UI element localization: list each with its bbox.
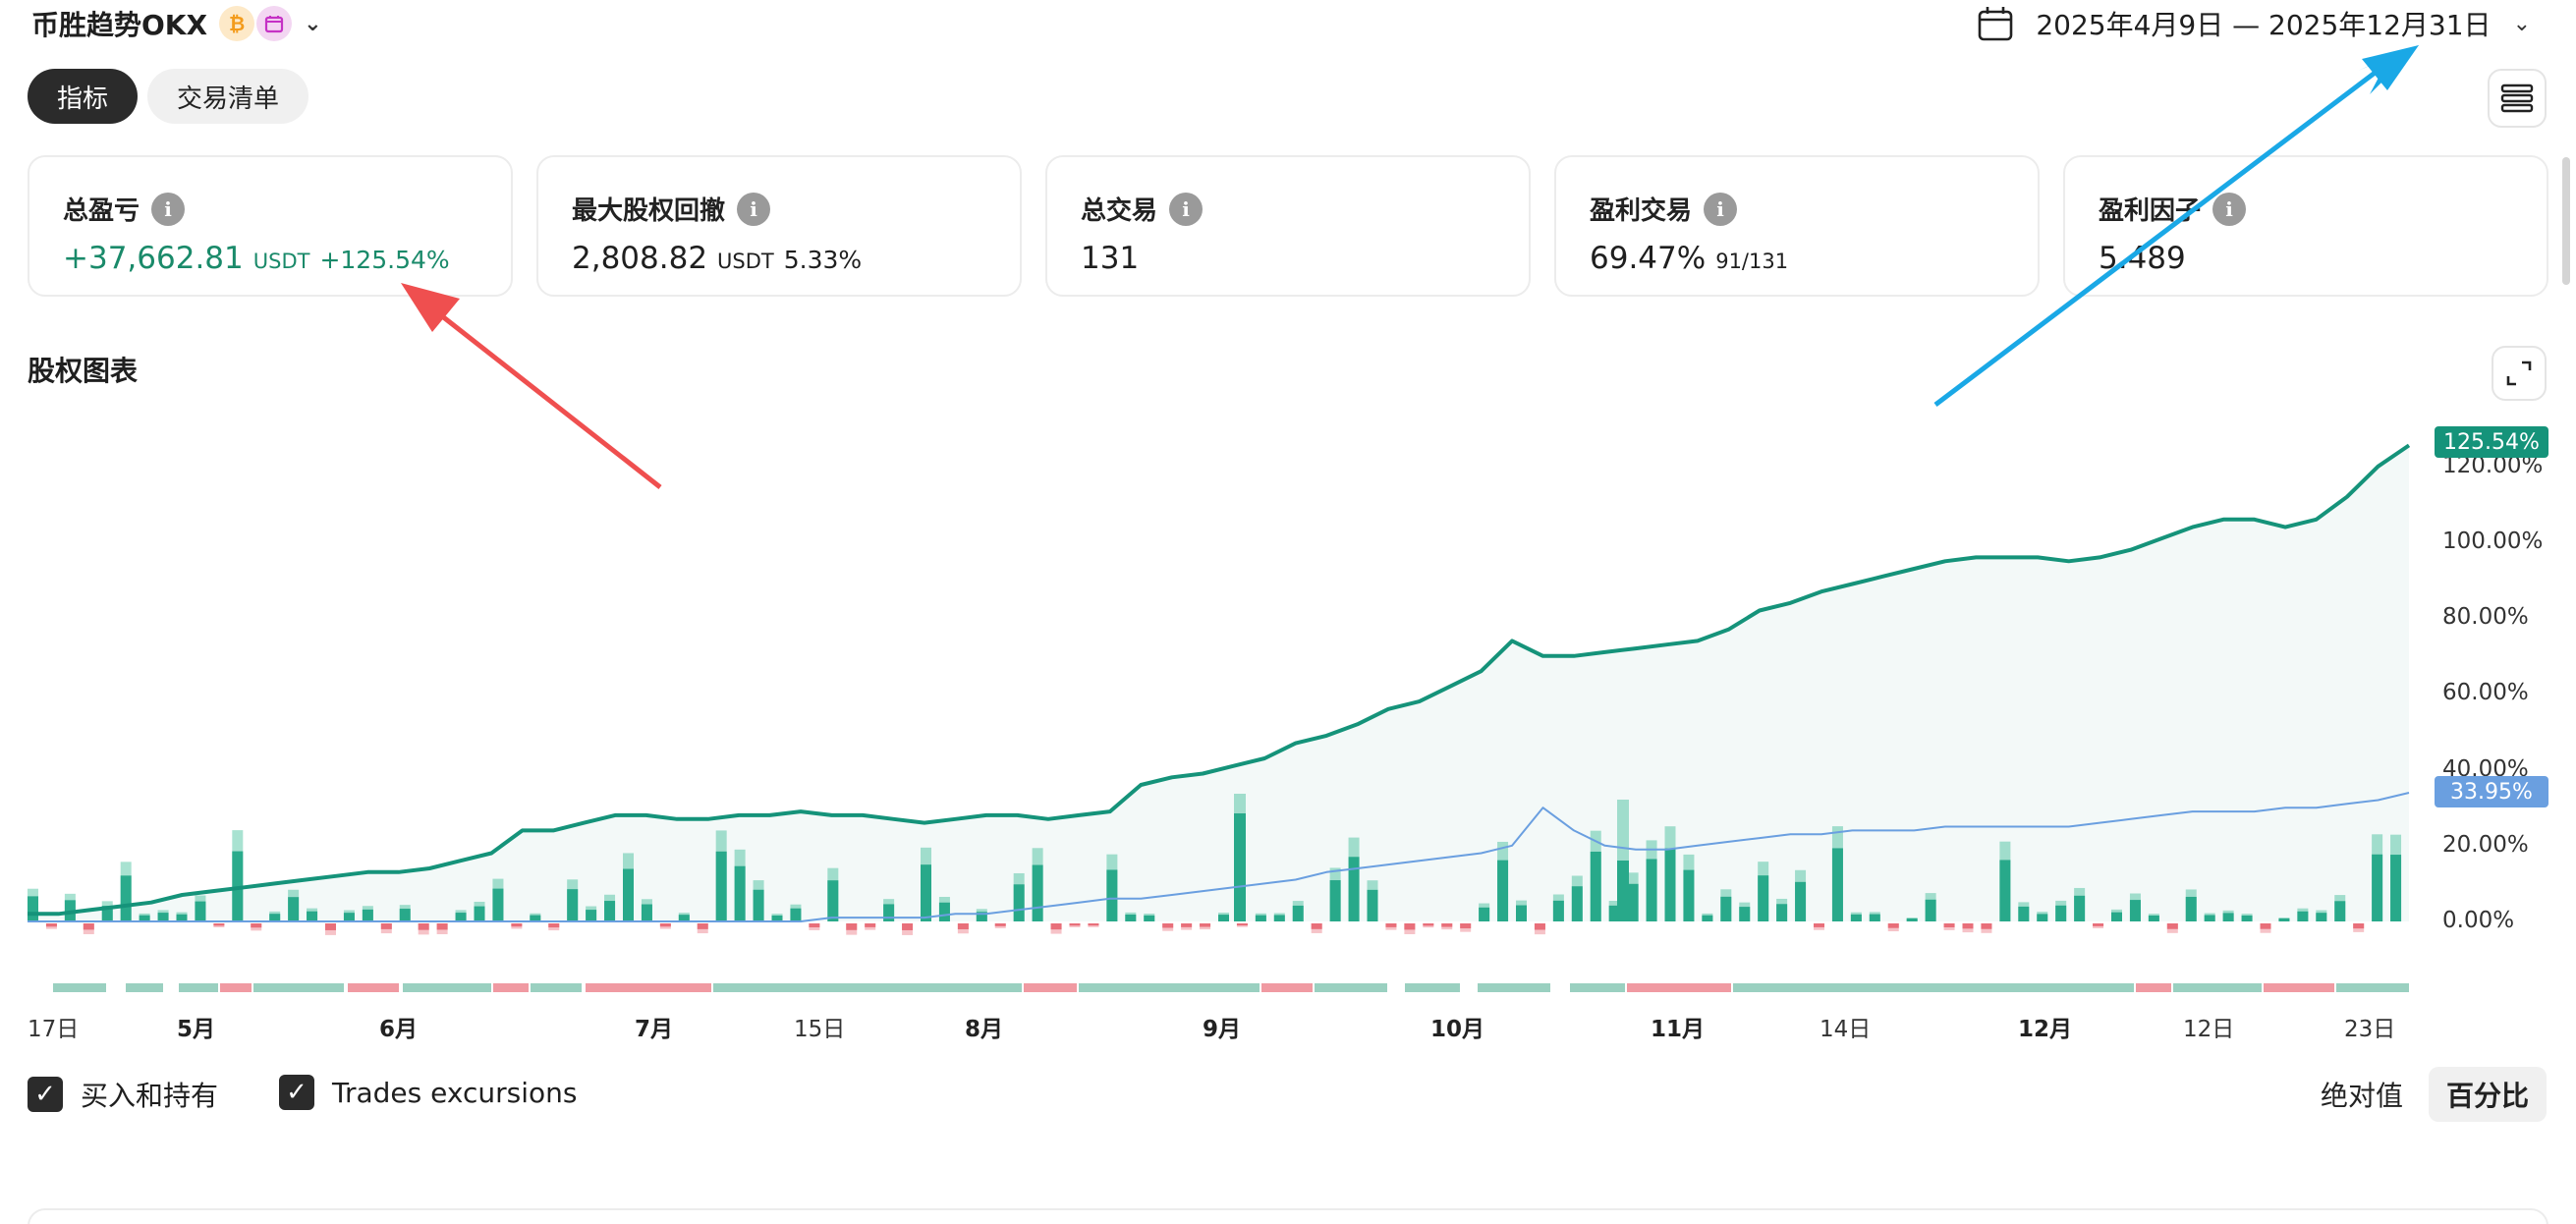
x-tick-label: 8月 — [965, 1017, 1004, 1042]
trade-strip-segment — [1478, 983, 1550, 992]
trade-strip-segment — [179, 983, 218, 992]
trade-loss-bar — [1200, 923, 1211, 927]
trade-strip-segment — [403, 983, 491, 992]
x-tick-label: 15日 — [794, 1017, 846, 1042]
value-mode-toggle: 绝对值 百分比 — [2303, 1067, 2547, 1122]
y-tick-label: 20.00% — [2442, 831, 2529, 858]
trade-loss-bar — [1088, 923, 1099, 926]
trade-loss-bar — [1441, 923, 1453, 927]
buy-hold-toggle[interactable]: ✓ 买入和持有 — [28, 1075, 218, 1114]
trade-loss-bar — [1887, 923, 1899, 928]
trade-strip-segment — [1024, 983, 1077, 992]
trade-loss-bar — [325, 923, 336, 930]
trade-loss-bar — [2353, 923, 2365, 929]
trade-strip-segment — [531, 983, 582, 992]
trade-strip-segment — [1570, 983, 1625, 992]
trade-strip-segment — [1315, 983, 1387, 992]
trade-loss-bar — [1423, 923, 1434, 926]
x-tick-label: 9月 — [1203, 1017, 1242, 1042]
trade-loss-bar — [2166, 923, 2178, 929]
percent-button[interactable]: 百分比 — [2428, 1067, 2547, 1122]
trade-loss-bar — [1943, 923, 1955, 928]
trade-loss-bar — [380, 923, 392, 929]
trade-loss-bar — [2260, 923, 2271, 929]
scrollbar-thumb[interactable] — [2562, 157, 2570, 285]
trade-strip-segment — [586, 983, 711, 992]
trade-strip-segment — [1733, 983, 2134, 992]
checkbox-checked-icon[interactable]: ✓ — [279, 1075, 314, 1110]
trade-strip-segment — [1405, 983, 1460, 992]
trade-loss-bar — [1181, 923, 1193, 927]
trade-strip-segment — [713, 983, 1022, 992]
trade-loss-bar — [1534, 923, 1545, 930]
absolute-button[interactable]: 绝对值 — [2303, 1067, 2421, 1122]
trade-strip-segment — [1079, 983, 1260, 992]
trade-loss-bar — [1404, 923, 1416, 930]
trade-loss-bar — [45, 923, 57, 927]
trade-strip-segment — [53, 983, 106, 992]
trade-loss-bar — [1311, 923, 1322, 929]
trade-loss-bar — [1981, 923, 1992, 929]
y-tick-label: 0.00% — [2442, 908, 2515, 933]
y-tick-label: 60.00% — [2442, 680, 2529, 706]
trade-loss-bar — [2093, 923, 2104, 926]
equity-area-fill — [28, 445, 2409, 921]
lower-panel — [28, 1208, 2548, 1224]
trade-strip-segment — [126, 983, 163, 992]
trade-loss-bar — [865, 923, 876, 927]
strategy-last-value-tag: 125.54% — [2435, 426, 2548, 458]
trade-loss-bar — [659, 923, 671, 927]
trade-loss-bar — [1069, 923, 1081, 926]
trade-loss-bar — [697, 923, 708, 929]
trade-loss-bar — [1814, 923, 1824, 927]
x-tick-label: 12月 — [2018, 1017, 2073, 1042]
trade-strip-segment — [2336, 983, 2409, 992]
trade-strip-segment — [493, 983, 529, 992]
trade-loss-bar — [846, 923, 858, 930]
trade-loss-bar — [213, 923, 225, 926]
x-tick-label: 17日 — [28, 1017, 80, 1042]
trade-strip-segment — [1627, 983, 1731, 992]
y-tick-label: 80.00% — [2442, 604, 2529, 631]
trade-loss-bar — [1162, 923, 1174, 928]
trade-loss-bar — [436, 923, 448, 930]
x-tick-label: 5月 — [177, 1017, 216, 1042]
y-tick-label: 100.00% — [2442, 529, 2544, 554]
trade-strip-segment — [220, 983, 252, 992]
trades-excursions-toggle[interactable]: ✓ Trades excursions — [279, 1075, 577, 1110]
trade-loss-bar — [1050, 923, 1062, 930]
trade-loss-bar — [511, 923, 523, 927]
trade-strip-segment — [2136, 983, 2171, 992]
x-tick-label: 6月 — [379, 1017, 419, 1042]
x-tick-label: 12日 — [2183, 1017, 2235, 1042]
trade-loss-bar — [418, 923, 429, 930]
trade-strip-segment — [348, 983, 399, 992]
x-tick-label: 14日 — [1820, 1017, 1872, 1042]
checkbox-checked-icon[interactable]: ✓ — [28, 1077, 63, 1112]
trade-loss-bar — [251, 923, 262, 928]
trade-loss-bar — [1962, 923, 1974, 929]
trade-strip-segment — [2173, 983, 2262, 992]
trade-loss-bar — [994, 923, 1006, 926]
trade-loss-bar — [902, 923, 914, 930]
trades-excursions-label: Trades excursions — [332, 1076, 578, 1109]
x-tick-label: 10月 — [1430, 1017, 1485, 1042]
trade-loss-bar — [809, 923, 820, 928]
trade-loss-bar — [1236, 923, 1248, 926]
trade-strip-segment — [2264, 983, 2334, 992]
x-tick-label: 23日 — [2344, 1017, 2396, 1042]
trade-loss-bar — [957, 923, 969, 929]
trade-strip-segment — [1261, 983, 1313, 992]
buy-hold-label: 买入和持有 — [81, 1080, 219, 1112]
trade-loss-bar — [83, 923, 94, 930]
trade-loss-bar — [548, 923, 560, 928]
x-tick-label: 7月 — [635, 1017, 674, 1042]
x-tick-label: 11月 — [1651, 1017, 1706, 1042]
buyhold-last-value-tag: 33.95% — [2435, 776, 2548, 807]
trade-loss-bar — [1385, 923, 1397, 927]
trade-loss-bar — [1460, 923, 1472, 929]
trade-strip-segment — [253, 983, 344, 992]
